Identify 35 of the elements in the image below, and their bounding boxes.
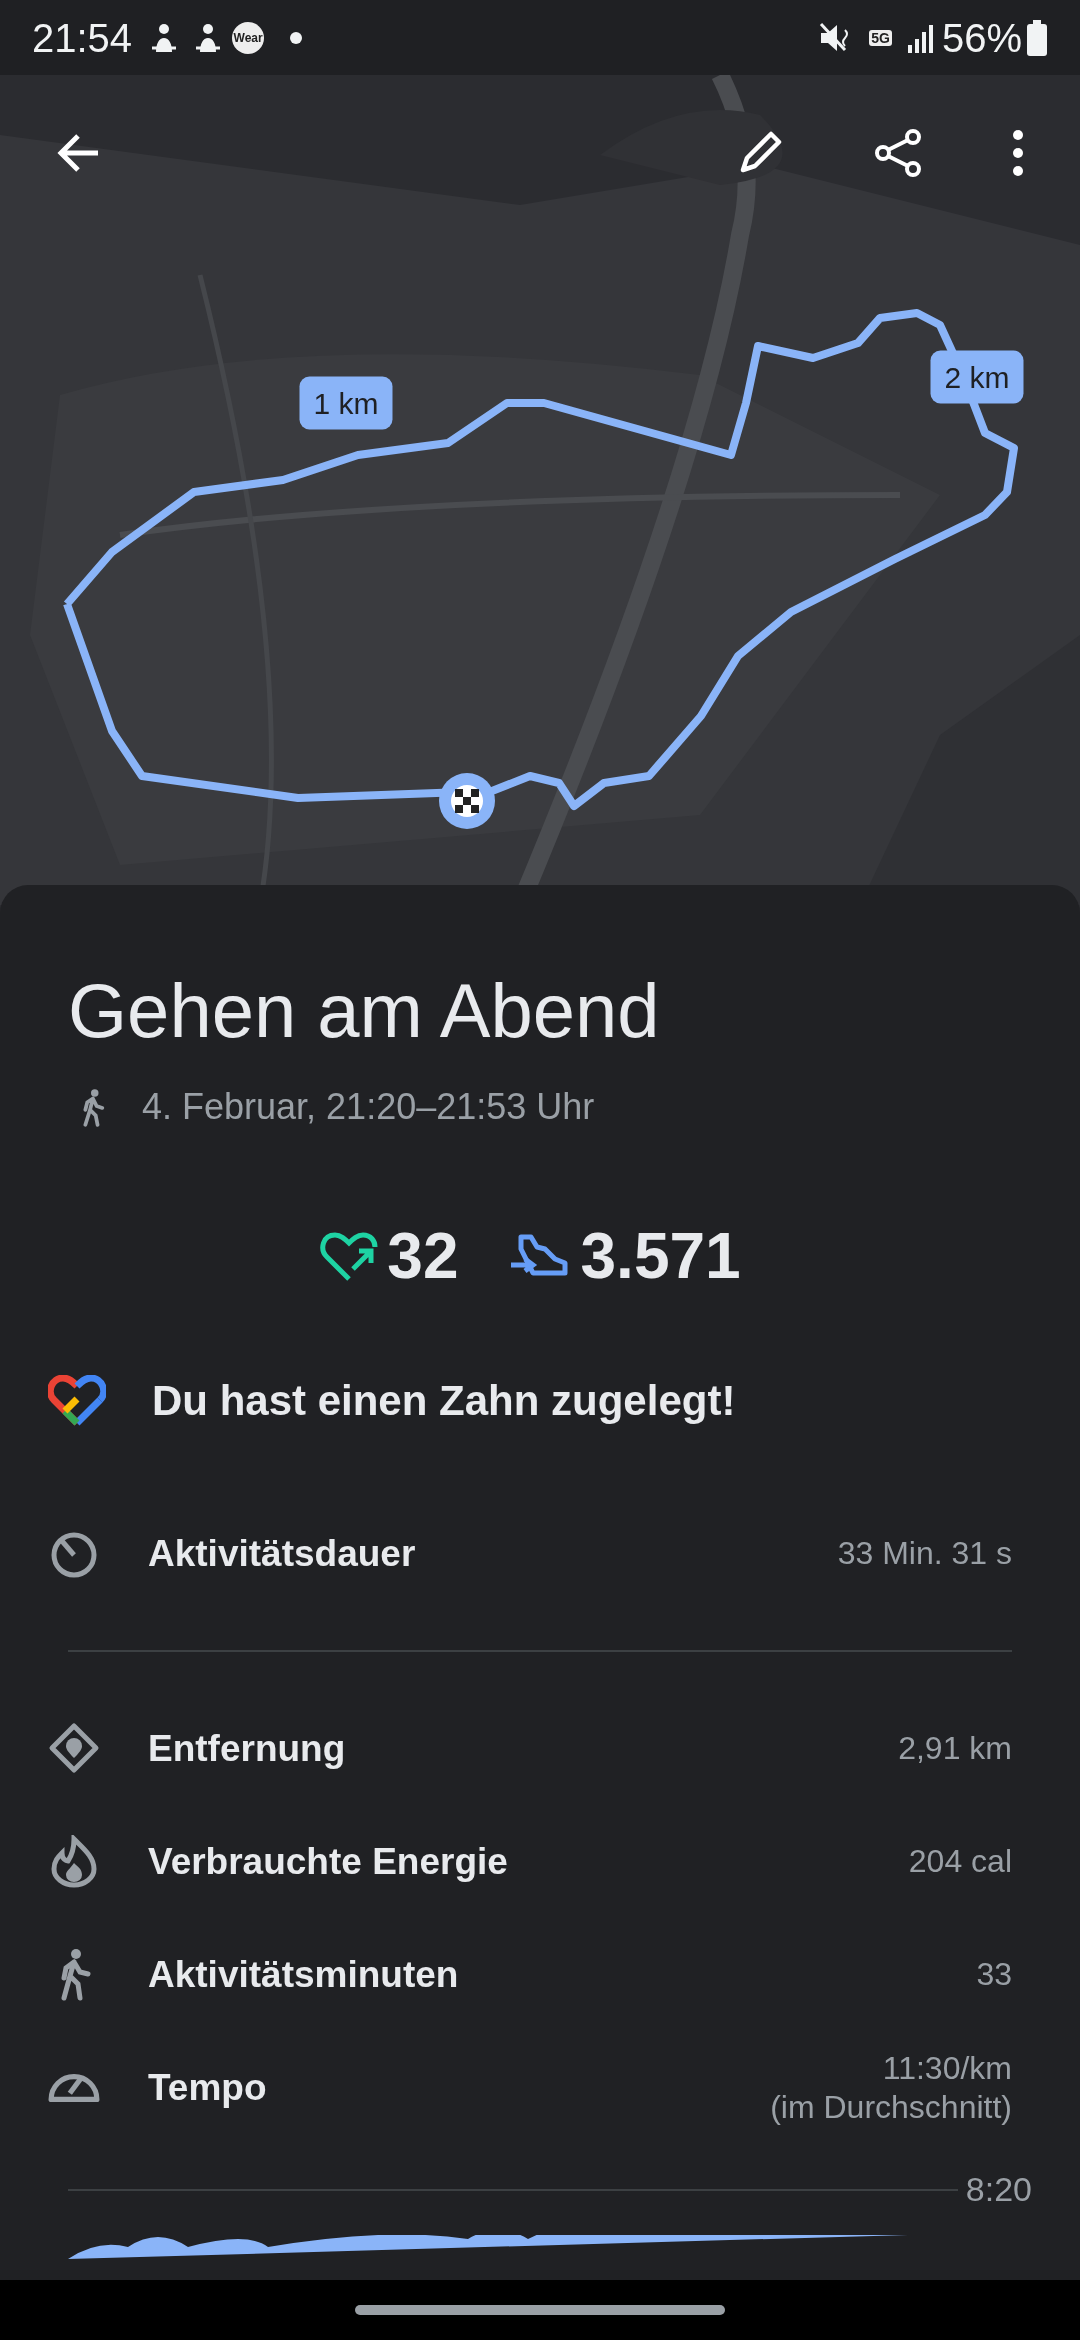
activity-title: Gehen am Abend <box>67 967 661 1055</box>
duration-label: Aktivitätsdauer <box>148 1531 416 1576</box>
stat-note: (im Durchschnitt) <box>770 2087 1012 2127</box>
energy-label: Verbrauchte Energie <box>148 1839 508 1884</box>
network-label: 5G <box>869 29 892 46</box>
stat-value: 204 cal <box>908 1842 1012 1881</box>
chart-tick-label: 8:20 <box>965 2169 1032 2211</box>
distance-marker: 2 km <box>930 350 1024 404</box>
more-button[interactable] <box>1011 128 1025 178</box>
home-handle[interactable] <box>355 2305 725 2315</box>
finish-flag-icon <box>437 771 497 831</box>
stat-value: 33 <box>976 1955 1012 1994</box>
location-pin-icon <box>48 1721 100 1776</box>
share-icon <box>873 128 923 178</box>
status-time: 21:54 <box>32 14 133 62</box>
minutes-label: Aktivitätsminuten <box>148 1952 459 1997</box>
step-count: 3.571 <box>580 1219 741 1295</box>
signal-icon <box>905 22 934 53</box>
stat-value: 11:30/km <box>881 2049 1012 2088</box>
app-badge: Wear <box>232 21 265 54</box>
dot-icon <box>290 31 303 44</box>
heart-points: 32 <box>387 1219 459 1295</box>
heart-logo-icon <box>48 1374 106 1427</box>
battery-icon <box>1026 19 1048 56</box>
share-button[interactable] <box>873 128 923 178</box>
pace-label: Tempo <box>148 2065 267 2110</box>
battery-percent: 56% <box>941 14 1022 62</box>
activity-datetime: 4. Februar, 21:20–21:53 Uhr <box>141 1085 595 1130</box>
stat-value: 2,91 km <box>898 1729 1012 1768</box>
achievement-message: Du hast einen Zahn zugelegt! <box>152 1376 736 1427</box>
speedometer-icon <box>48 2072 100 2103</box>
stat-value: 33 Min. 31 s <box>837 1534 1012 1573</box>
distance-marker: 1 km <box>299 376 393 430</box>
more-icon <box>1011 128 1025 178</box>
distance-label: Entfernung <box>148 1726 346 1771</box>
